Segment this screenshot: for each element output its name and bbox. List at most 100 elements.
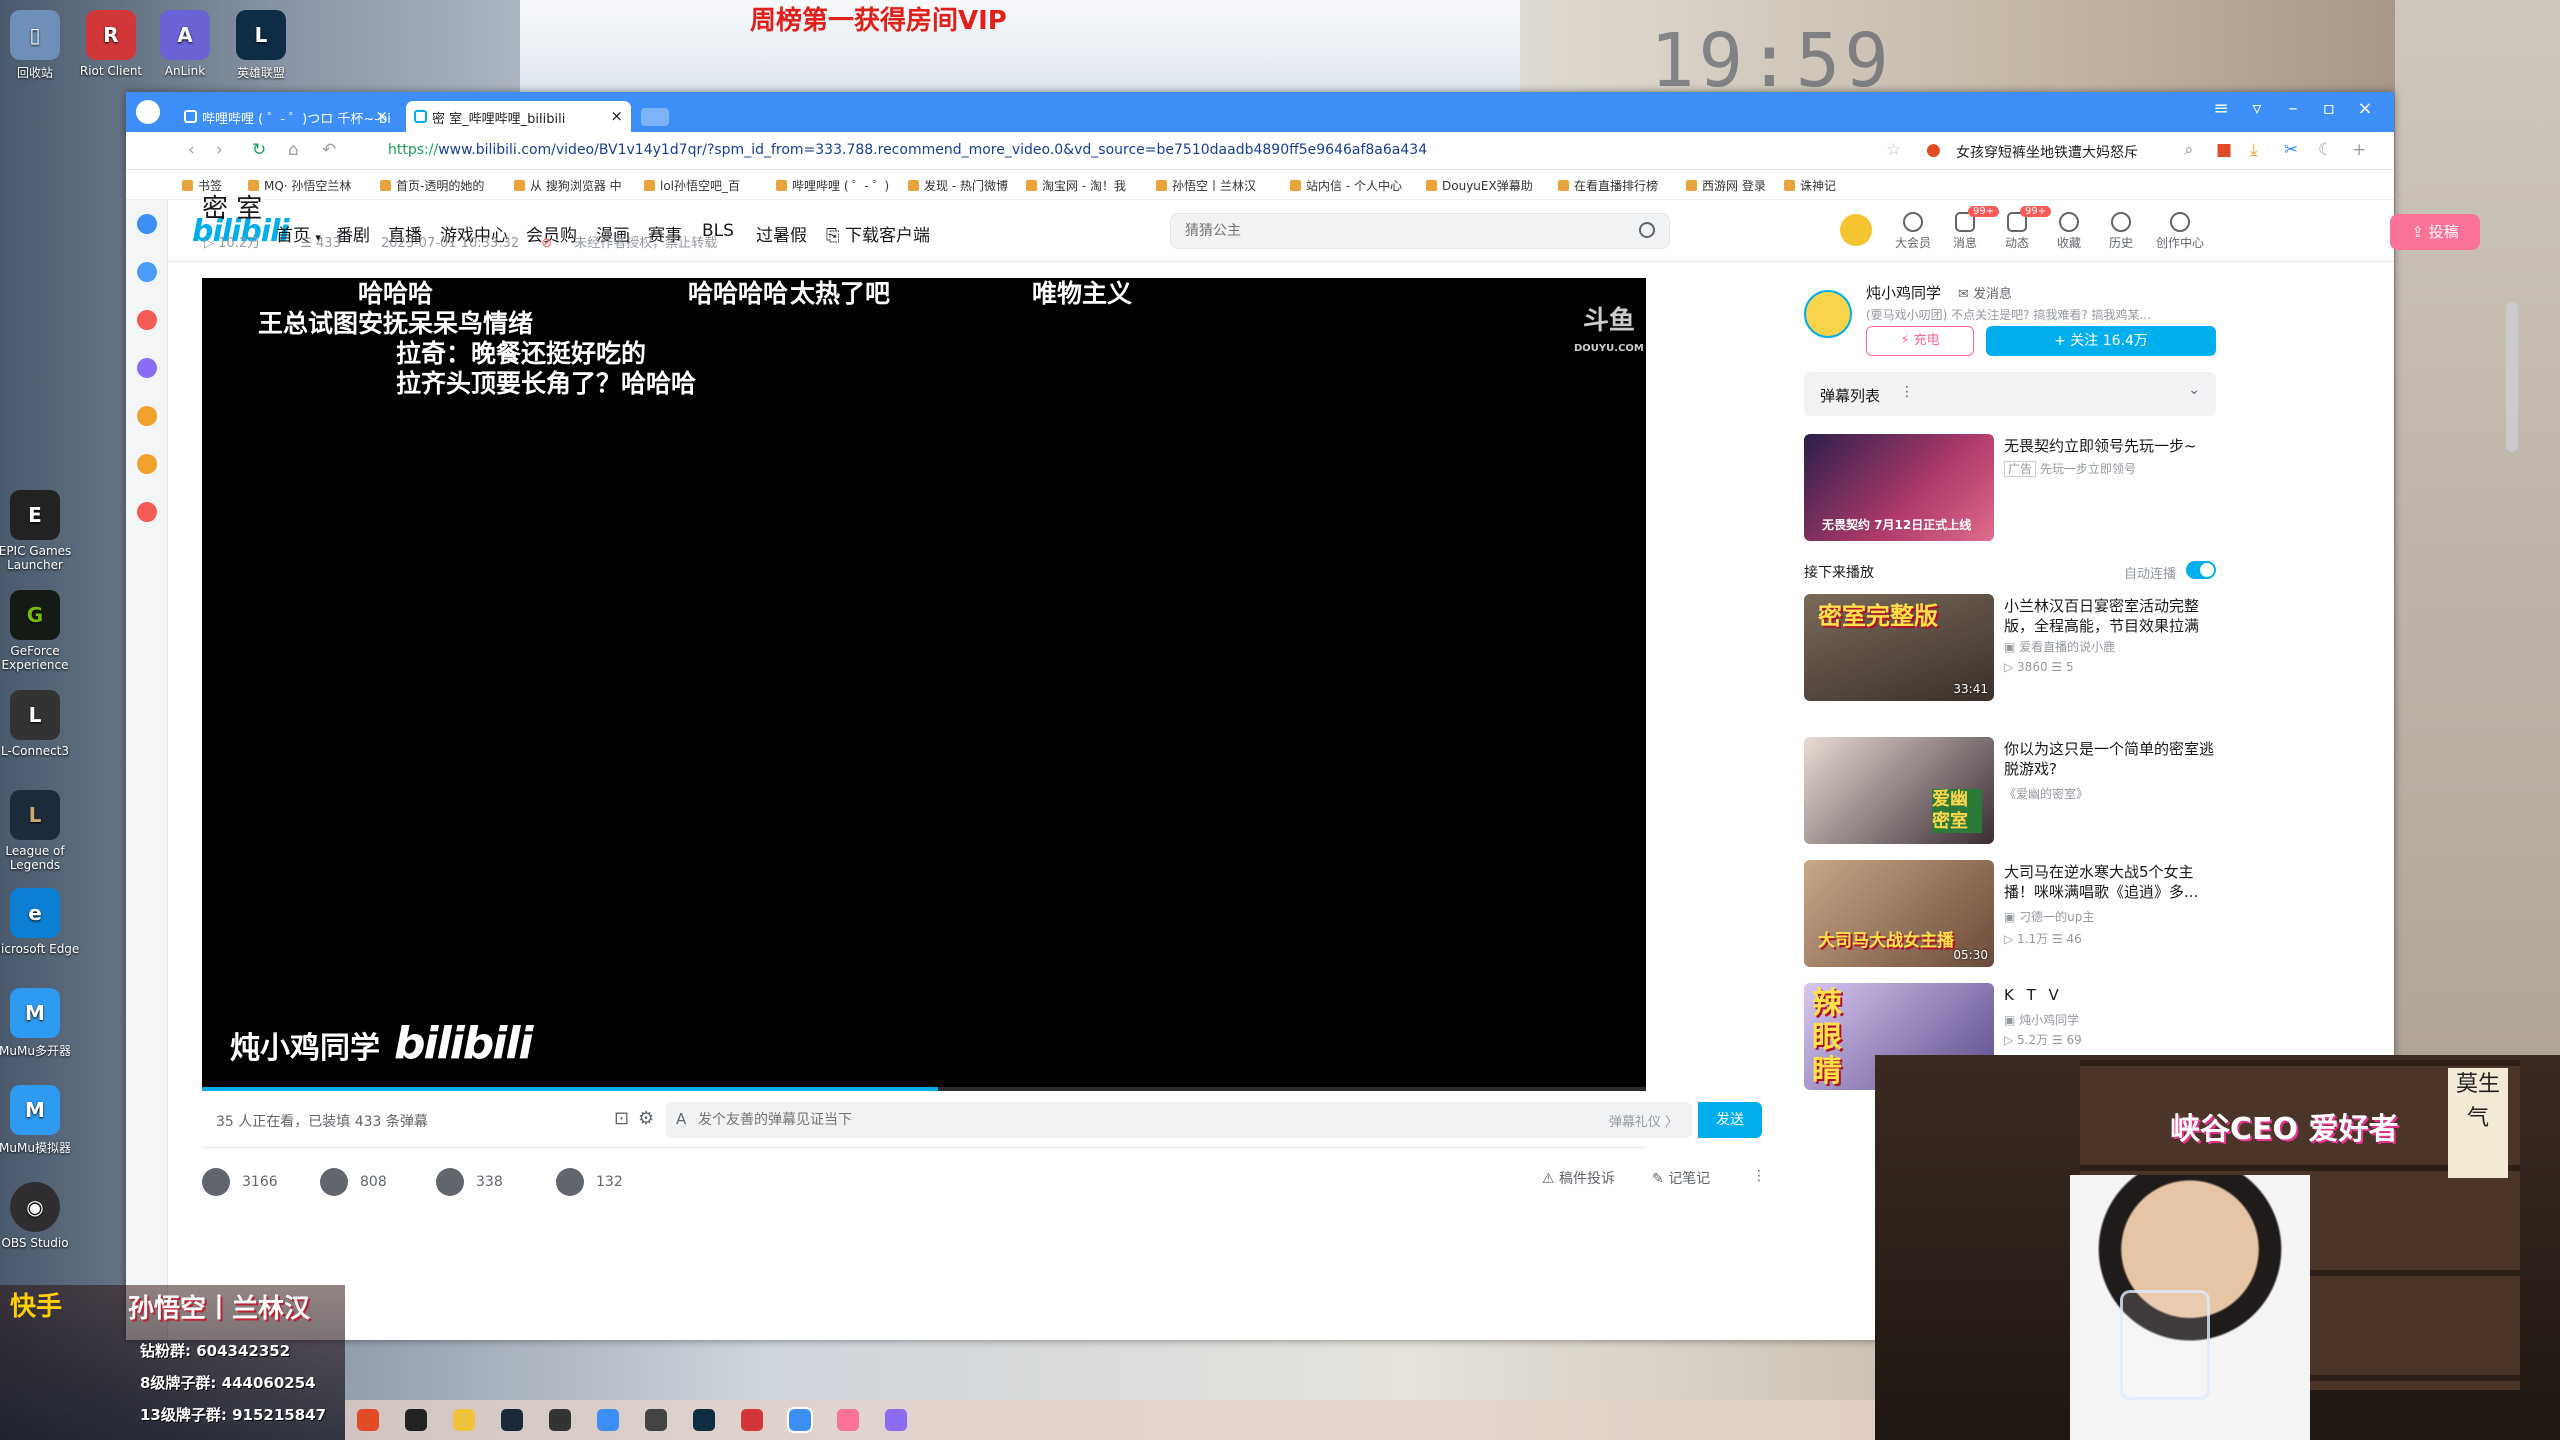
- bookmark-item[interactable]: 在看直播排行榜: [1558, 177, 1658, 194]
- extension-icon[interactable]: ■: [2216, 140, 2232, 160]
- cut-icon[interactable]: ✂: [2284, 140, 2298, 160]
- header-creator-center[interactable]: 创作中心: [2150, 212, 2210, 251]
- bookmark-item[interactable]: 发现 - 热门微博: [908, 177, 1008, 194]
- sidebar-game-icon[interactable]: [137, 502, 157, 522]
- uploader-avatar[interactable]: [1804, 290, 1852, 338]
- tab-close-icon[interactable]: ×: [610, 107, 623, 125]
- desktop-icon-league[interactable]: L League of Legends: [0, 790, 80, 872]
- like-button[interactable]: 3166: [202, 1168, 278, 1196]
- bookmark-item[interactable]: 哔哩哔哩 ( ゜- ゜): [776, 177, 889, 194]
- desktop-icon-edge[interactable]: eMicrosoft Edge: [0, 888, 80, 956]
- header-history[interactable]: 历史: [2098, 212, 2144, 251]
- sidebar-star-icon[interactable]: [137, 454, 157, 474]
- bookmark-item[interactable]: 诛神记: [1784, 177, 1836, 194]
- taskbar-steam-icon[interactable]: [501, 1409, 523, 1431]
- taskbar-app-icon[interactable]: [453, 1409, 475, 1431]
- rec-card[interactable]: 大司马大战女主播 05:30 大司马在逆水寒大战5个女主播！咪咪满唱歌《追逍》多.…: [1804, 860, 2216, 970]
- chevron-down-icon[interactable]: ⌄: [2188, 382, 2200, 398]
- desktop-icon-geforce[interactable]: G GeForce Experience: [0, 590, 80, 672]
- taskbar-app-icon[interactable]: [837, 1409, 859, 1431]
- hot-search-text[interactable]: 女孩穿短裤坐地铁遭大妈怒斥: [1956, 142, 2138, 162]
- taskbar-app-icon[interactable]: [885, 1409, 907, 1431]
- desktop-icon-lconnect[interactable]: L L-Connect3: [0, 690, 80, 758]
- browser-logo-icon[interactable]: [136, 100, 160, 124]
- video-progress-bar[interactable]: [202, 1087, 1646, 1091]
- nav-summer[interactable]: 过暑假: [756, 221, 807, 246]
- uploader-name[interactable]: 炖小鸡同学: [1866, 282, 1941, 303]
- sidebar-search-icon[interactable]: [137, 406, 157, 426]
- taskbar-app-icon[interactable]: [405, 1409, 427, 1431]
- share-button[interactable]: 132: [556, 1168, 623, 1196]
- add-icon[interactable]: +: [2352, 140, 2366, 160]
- bookmark-item[interactable]: 站内信 - 个人中心: [1290, 177, 1402, 194]
- bookmark-item[interactable]: lol孙悟空吧_百: [644, 177, 740, 194]
- more-options-icon[interactable]: ⋮: [1900, 384, 1914, 400]
- taskbar-app-icon[interactable]: [693, 1409, 715, 1431]
- reload-icon[interactable]: ↻: [252, 140, 266, 160]
- header-dynamic[interactable]: 99+ 动态: [1994, 206, 2052, 251]
- danmaku-etiquette-link[interactable]: 弹幕礼仪 〉: [1609, 1111, 1678, 1130]
- undo-icon[interactable]: ↶: [322, 140, 336, 160]
- sidebar-clock-icon[interactable]: [137, 214, 157, 234]
- ad-card[interactable]: 无畏契约 7月12日正式上线 无畏契约立即领号先玩一步~ 广告 先玩一步立即领号: [1804, 434, 2216, 544]
- taskbar-browser-icon[interactable]: [597, 1409, 619, 1431]
- video-player[interactable]: 哈哈哈 哈哈哈哈 太热了吧 唯物主义 王总试图安抚呆呆鸟情绪 拉奇：晚餐还挺好吃…: [202, 278, 1646, 1088]
- close-window-icon[interactable]: ×: [2350, 98, 2380, 119]
- menu-icon[interactable]: ≡: [2206, 98, 2236, 119]
- follow-button[interactable]: + 关注 16.4万: [1986, 326, 2216, 356]
- rec-card[interactable]: 密室完整版 33:41 小兰林汉百日宴密室活动完整版，全程高能，节目效果拉满 ▣ …: [1804, 594, 2216, 714]
- text-style-icon[interactable]: A: [676, 1110, 686, 1128]
- taskbar-obs-icon[interactable]: [645, 1409, 667, 1431]
- forward-icon[interactable]: ›: [216, 140, 223, 160]
- sidebar-edit-icon[interactable]: [137, 358, 157, 378]
- tab-video-page[interactable]: 密 室_哔哩哔哩_bilibili ×: [406, 101, 631, 132]
- favorite-button[interactable]: 338: [436, 1168, 503, 1196]
- rec-card[interactable]: 爱幽密室 你以为这只是一个简单的密室逃脱游戏? 《爱幽的密室》: [1804, 737, 2216, 847]
- tab-close-icon[interactable]: ×: [375, 107, 388, 125]
- danmaku-toggle-icon[interactable]: ⊡: [614, 1108, 629, 1129]
- header-vip[interactable]: 大会员: [1890, 212, 1936, 251]
- notes-button[interactable]: ✎ 记笔记: [1652, 1168, 1710, 1188]
- desktop-icon-epic[interactable]: E EPIC Games Launcher: [0, 490, 80, 572]
- desktop-icon-mumu-multi[interactable]: M MuMu多开器: [0, 988, 80, 1059]
- danmaku-input[interactable]: [698, 1102, 1458, 1138]
- upload-button[interactable]: ⇪ 投稿: [2390, 214, 2480, 250]
- night-mode-icon[interactable]: ☾: [2318, 140, 2333, 160]
- minimize-icon[interactable]: –: [2278, 98, 2308, 119]
- desktop-icon-mumu[interactable]: M MuMu模拟器: [0, 1085, 80, 1156]
- skin-icon[interactable]: ▿: [2242, 98, 2272, 119]
- coin-button[interactable]: 808: [320, 1168, 387, 1196]
- danmaku-list-panel[interactable]: 弹幕列表 ⋮ ⌄: [1804, 372, 2216, 416]
- sidebar-pdf-icon[interactable]: [137, 310, 157, 330]
- bookmark-item[interactable]: MQ· 孙悟空兰林: [248, 177, 351, 194]
- download-icon[interactable]: ⤓: [2250, 140, 2258, 160]
- bookmark-item[interactable]: 首页-透明的她的: [380, 177, 484, 194]
- report-button[interactable]: ⚠ 稿件投诉: [1542, 1168, 1615, 1188]
- url-input[interactable]: https://www.bilibili.com/video/BV1v14y1d…: [388, 142, 1427, 158]
- header-messages[interactable]: 99+ 消息: [1942, 206, 2000, 251]
- taskbar-app-icon[interactable]: [357, 1409, 379, 1431]
- desktop-icon-obs[interactable]: ◉ OBS Studio: [0, 1182, 80, 1250]
- bookmark-item[interactable]: 孙悟空丨兰林汉: [1156, 177, 1256, 194]
- nav-download-client[interactable]: ⎘ 下载客户端: [826, 221, 930, 246]
- charge-button[interactable]: ⚡ 充电: [1866, 326, 1974, 356]
- taskbar-app-icon[interactable]: [549, 1409, 571, 1431]
- more-icon[interactable]: ⋮: [1752, 1168, 1766, 1184]
- bookmark-item[interactable]: 从 搜狗浏览器 中: [514, 177, 622, 194]
- send-danmaku-button[interactable]: 发送: [1698, 1102, 1762, 1138]
- send-message-link[interactable]: ✉ 发消息: [1958, 283, 2012, 302]
- user-avatar[interactable]: [1840, 214, 1872, 246]
- search-engine-icon[interactable]: ●: [1926, 140, 1941, 160]
- new-tab-button[interactable]: [641, 108, 669, 126]
- search-icon[interactable]: [1639, 222, 1655, 238]
- bookmark-item[interactable]: 西游网 登录: [1686, 177, 1766, 194]
- taskbar-active-browser-icon[interactable]: [787, 1407, 813, 1433]
- taskbar-riot-icon[interactable]: [741, 1409, 763, 1431]
- maximize-icon[interactable]: ▫: [2314, 98, 2344, 119]
- bookmark-item[interactable]: DouyuEX弹幕助: [1426, 177, 1533, 194]
- bookmark-star-icon[interactable]: ☆: [1886, 140, 1901, 160]
- back-icon[interactable]: ‹: [188, 140, 195, 160]
- bookmark-item[interactable]: 淘宝网 - 淘！我: [1026, 177, 1126, 194]
- search-input[interactable]: [1185, 214, 1615, 248]
- autoplay-toggle[interactable]: [2186, 561, 2216, 579]
